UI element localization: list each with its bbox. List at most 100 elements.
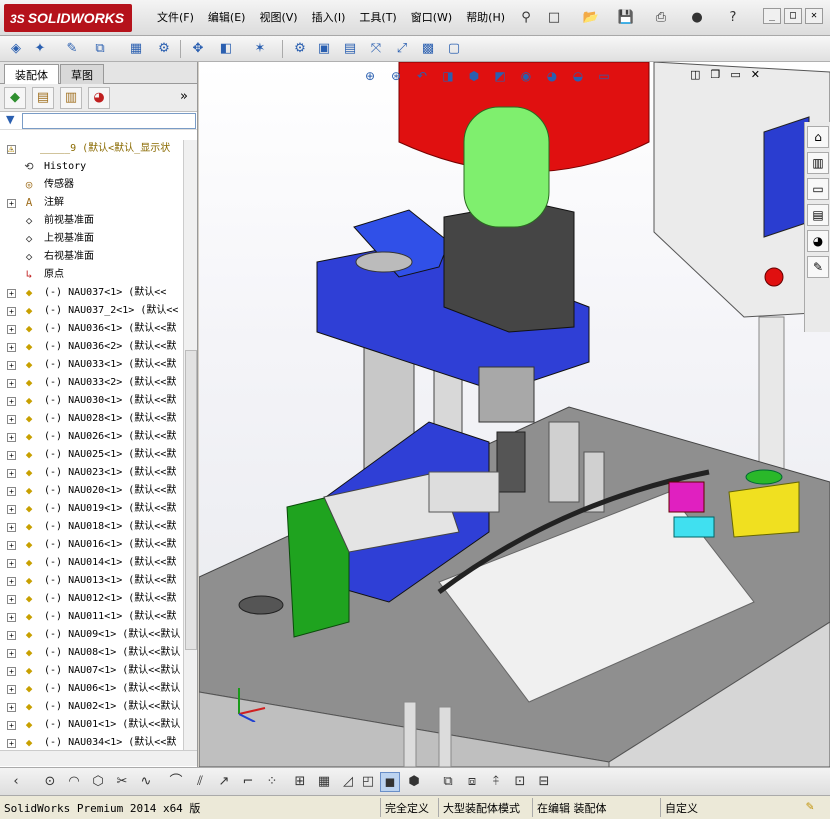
smart-dimension-icon[interactable]: ⌒ (166, 772, 186, 792)
expand-plus-icon[interactable]: + (7, 487, 16, 496)
mate-icon[interactable]: ⧉ (90, 39, 110, 59)
close-button[interactable]: ✕ (805, 8, 823, 24)
tree-item[interactable]: + ◆ (-) NAU018<1> (默认<<默 (0, 518, 182, 536)
tree-item[interactable]: - ⚠ _____9 (默认<默认_显示状 (0, 140, 182, 158)
tree-item[interactable]: + ◆ (-) NAU02<1> (默认<<默认 (0, 698, 182, 716)
tree-item[interactable]: + ◆ (-) NAU034<1> (默认<<默 (0, 734, 182, 750)
move-component-icon[interactable]: ✥ (188, 39, 208, 59)
mass-properties-icon[interactable]: ⧈ (462, 772, 482, 792)
tree-item[interactable]: + ◆ (-) NAU026<1> (默认<<默 (0, 428, 182, 446)
view-orientation-icon[interactable]: ⬢ (463, 66, 485, 86)
tree-item[interactable]: + ◆ (-) NAU06<1> (默认<<默认 (0, 680, 182, 698)
expand-plus-icon[interactable]: + (7, 703, 16, 712)
insert-component-icon[interactable]: ◈ (6, 39, 26, 59)
restore-button[interactable]: □ (784, 8, 802, 24)
tree-item[interactable]: ◎ 传感器 (0, 176, 182, 194)
expand-plus-icon[interactable]: + (7, 523, 16, 532)
tree-item[interactable]: + ◆ (-) NAU07<1> (默认<<默认 (0, 662, 182, 680)
tree-item[interactable]: + ◆ (-) NAU01<1> (默认<<默认 (0, 716, 182, 734)
view-cube-icon[interactable]: ⬢ (404, 772, 424, 792)
expand-plus-icon[interactable]: + (7, 289, 16, 298)
expand-plus-icon[interactable]: + (7, 649, 16, 658)
tree-item[interactable]: ◇ 前视基准面 (0, 212, 182, 230)
menu-view[interactable]: 视图(V) (252, 10, 304, 26)
arc-icon[interactable]: ◠ (64, 772, 84, 792)
shaded-view-icon[interactable]: ◼ (380, 772, 400, 792)
tree-item[interactable]: ⟲ History (0, 158, 182, 176)
viewport-minimize-icon[interactable]: ▭ (730, 68, 740, 81)
new-motion-study-icon[interactable]: ▣ (314, 39, 334, 59)
expand-panel-icon[interactable]: » (180, 89, 188, 104)
tree-horizontal-scrollbar[interactable] (0, 750, 197, 766)
zoom-to-area-icon[interactable]: ⊛ (385, 66, 407, 86)
polygon-icon[interactable]: ⬡ (88, 772, 108, 792)
section-properties-icon[interactable]: ⊡ (510, 772, 530, 792)
show-hidden-icon[interactable]: ◧ (216, 39, 236, 59)
expand-plus-icon[interactable]: + (7, 325, 16, 334)
point-icon[interactable]: ⁘ (262, 772, 282, 792)
tree-item[interactable]: + ◆ (-) NAU023<1> (默认<<默 (0, 464, 182, 482)
tree-item[interactable]: ↳ 原点 (0, 266, 182, 284)
tree-item[interactable]: + ◆ (-) NAU020<1> (默认<<默 (0, 482, 182, 500)
measure-icon[interactable]: ⧉ (438, 772, 458, 792)
reference-geometry-icon[interactable]: ⚙ (290, 39, 310, 59)
sketch-picture-icon[interactable]: ◿ (338, 772, 358, 792)
expand-plus-icon[interactable]: + (7, 361, 16, 370)
expand-plus-icon[interactable]: + (7, 721, 16, 730)
apply-scene-icon[interactable]: ◒ (567, 66, 589, 86)
rebuild-traffic-light-icon[interactable]: ● (686, 8, 708, 28)
expand-plus-icon[interactable]: + (7, 613, 16, 622)
expand-plus-icon[interactable]: + (7, 559, 16, 568)
tree-item[interactable]: + ◆ (-) NAU016<1> (默认<<默 (0, 536, 182, 554)
graphics-area[interactable]: ⊕ ⊛ ↶ ◨ ⬢ ◩ ◉ ◕ ◒ ▭ ◫ ❐ ▭ ✕ ⌂ ▥ ▭ ▤ ◕ ✎ (199, 62, 830, 767)
tree-item[interactable]: + ◆ (-) NAU012<1> (默认<<默 (0, 590, 182, 608)
new-part-icon[interactable]: ✦ (30, 39, 50, 59)
tree-item[interactable]: + ◆ (-) NAU036<2> (默认<<默 (0, 338, 182, 356)
display-style-icon[interactable]: ◩ (489, 66, 511, 86)
section-view-icon[interactable]: ◨ (437, 66, 459, 86)
toolbar-scroll-icon[interactable]: ‹ (6, 772, 26, 792)
expand-plus-icon[interactable]: + (7, 631, 16, 640)
expand-plus-icon[interactable]: + (7, 397, 16, 406)
tree-item[interactable]: + ◆ (-) NAU033<2> (默认<<默 (0, 374, 182, 392)
move-triad-icon[interactable]: ⤉ (486, 772, 506, 792)
viewport-restore-icon[interactable]: ❐ (711, 68, 721, 81)
tree-item[interactable]: + ◆ (-) NAU030<1> (默认<<默 (0, 392, 182, 410)
grid-snap-icon[interactable]: ⊞ (290, 772, 310, 792)
bill-of-materials-icon[interactable]: ▤ (340, 39, 360, 59)
view-palette-icon[interactable]: ▤ (807, 204, 829, 226)
print-icon[interactable]: ⎙ (650, 8, 672, 28)
tree-item[interactable]: ◇ 右视基准面 (0, 248, 182, 266)
tree-item[interactable]: + ◆ (-) NAU014<1> (默认<<默 (0, 554, 182, 572)
menu-window[interactable]: 窗口(W) (404, 10, 459, 26)
property-manager-icon[interactable]: ▤ (32, 87, 54, 109)
tree-vertical-scrollbar[interactable] (183, 140, 197, 750)
tree-item[interactable]: + ◆ (-) NAU08<1> (默认<<默认 (0, 644, 182, 662)
offset-icon[interactable]: ↗ (214, 772, 234, 792)
tree-item[interactable]: + ◆ (-) NAU033<1> (默认<<默 (0, 356, 182, 374)
tree-item[interactable]: + A 注解 (0, 194, 182, 212)
display-manager-icon[interactable]: ◕ (88, 87, 110, 109)
minimize-button[interactable]: _ (763, 8, 781, 24)
filter-input[interactable] (22, 113, 196, 129)
edit-component-icon[interactable]: ✎ (62, 39, 82, 59)
file-explorer-icon[interactable]: ▭ (807, 178, 829, 200)
solidworks-resources-icon[interactable]: ⌂ (807, 126, 829, 148)
menu-insert[interactable]: 插入(I) (305, 10, 353, 26)
mirror-icon[interactable]: ⫽ (190, 772, 210, 792)
expand-plus-icon[interactable]: + (7, 739, 16, 748)
solidworks-logo[interactable]: 3S SOLIDWORKS (4, 4, 132, 32)
viewport-close-icon[interactable]: ✕ (751, 68, 760, 81)
open-folder-icon[interactable]: 📂 (580, 8, 602, 28)
expand-plus-icon[interactable]: + (7, 307, 16, 316)
filter-icon[interactable]: ▼ (6, 113, 14, 126)
expand-plus-icon[interactable]: + (7, 595, 16, 604)
hide-show-items-icon[interactable]: ◉ (515, 66, 537, 86)
circle-icon[interactable]: ⊙ (40, 772, 60, 792)
explode-line-sketch-icon[interactable]: ⤢ (392, 39, 412, 59)
tree-item[interactable]: + ◆ (-) NAU09<1> (默认<<默认 (0, 626, 182, 644)
tree-item[interactable]: + ◆ (-) NAU036<1> (默认<<默 (0, 320, 182, 338)
quick-tips-icon[interactable]: ✎ (806, 799, 814, 814)
trim-icon[interactable]: ✂ (112, 772, 132, 792)
view-settings-icon[interactable]: ▭ (593, 66, 615, 86)
